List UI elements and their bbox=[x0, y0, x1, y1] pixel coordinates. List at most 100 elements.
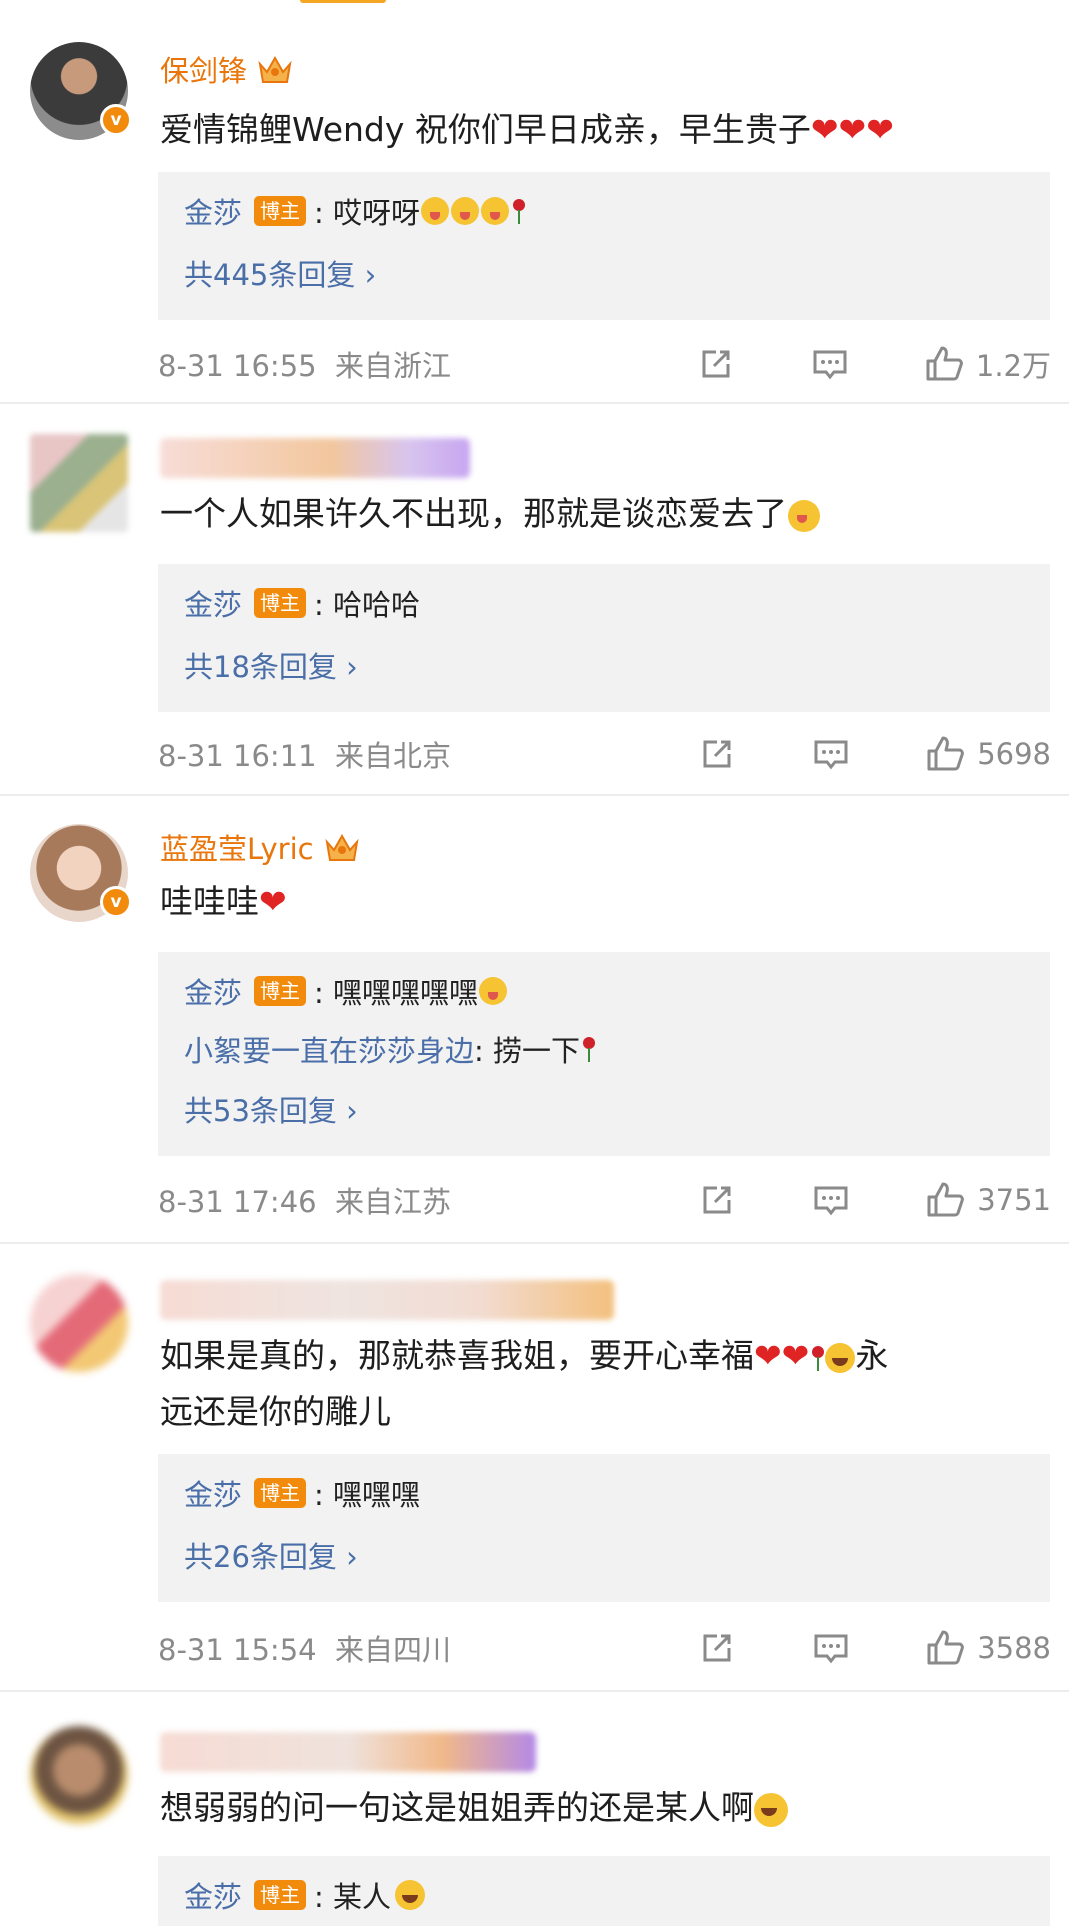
username-blurred[interactable] bbox=[160, 1732, 536, 1772]
timestamp: 8-31 15:54 bbox=[158, 1633, 317, 1667]
location: 来自江苏 bbox=[335, 1185, 452, 1219]
comment-footer: 8-31 16:11 来自北京 5698 bbox=[158, 734, 1051, 774]
like-count: 3751 bbox=[977, 1183, 1051, 1217]
reply-line: 小絮要一直在莎莎身边 : 捞一下 bbox=[184, 1028, 596, 1070]
comment-icon[interactable] bbox=[811, 1180, 851, 1220]
location: 来自浙江 bbox=[335, 349, 452, 383]
reply-line: 金莎 博主 : 嘿嘿嘿嘿嘿 bbox=[184, 970, 508, 1012]
comment-footer: 8-31 17:46 来自江苏 3751 bbox=[158, 1180, 1051, 1220]
like-icon[interactable] bbox=[925, 1180, 965, 1220]
verified-badge-icon: v bbox=[100, 886, 132, 918]
tongue-emoji-icon bbox=[451, 197, 480, 225]
like-count: 5698 bbox=[977, 737, 1051, 771]
tongue-emoji-icon bbox=[421, 197, 450, 225]
comment-footer: 8-31 16:55 来自浙江 1.2万 bbox=[158, 344, 1051, 384]
username-blurred[interactable] bbox=[160, 438, 470, 478]
reply-box[interactable]: 金莎 博主 : 嘿嘿嘿 共26条回复 › bbox=[158, 1454, 1050, 1602]
rose-emoji-icon bbox=[811, 1344, 825, 1372]
avatar[interactable] bbox=[30, 1274, 128, 1372]
comment-text: 如果是真的，那就恭喜我姐，要开心幸福❤❤ 永 远还是你的雕儿 bbox=[160, 1336, 889, 1431]
cheers-emoji-icon bbox=[825, 1342, 856, 1373]
comment-item: 想弱弱的问一句这是姐姐弄的还是某人啊 金莎 博主 : 某人 bbox=[0, 1692, 1069, 1926]
comment-text: 哇哇哇❤ bbox=[160, 882, 287, 921]
comment-item: 如果是真的，那就恭喜我姐，要开心幸福❤❤ 永 远还是你的雕儿 金莎 博主 : 嘿嘿… bbox=[0, 1244, 1069, 1692]
more-replies-link[interactable]: 共445条回复 › bbox=[184, 252, 376, 294]
comment-item: v 保剑锋 爱情锦鲤Wendy 祝你们早日成亲，早生贵子❤❤❤ 金莎 博主 : … bbox=[0, 10, 1069, 404]
reply-author[interactable]: 小絮要一直在莎莎身边 bbox=[184, 1028, 474, 1070]
comment-item: v 蓝盈莹Lyric 哇哇哇❤ 金莎 博主 : 嘿嘿嘿嘿嘿 小絮要一直在莎莎身边… bbox=[0, 796, 1069, 1244]
heart-emoji-icon: ❤❤ bbox=[754, 1336, 810, 1375]
like-count: 3588 bbox=[977, 1631, 1051, 1665]
reply-text: : 捞一下 bbox=[474, 1034, 581, 1068]
rose-emoji-icon bbox=[512, 197, 526, 225]
verified-badge-icon: v bbox=[100, 104, 132, 136]
heart-emoji-icon: ❤❤❤ bbox=[810, 110, 894, 149]
laughing-tears-emoji-icon bbox=[395, 1880, 426, 1910]
more-replies-link[interactable]: 共26条回复 › bbox=[184, 1534, 358, 1576]
rose-emoji-icon bbox=[582, 1035, 596, 1063]
reply-text: : 嘿嘿嘿嘿嘿 bbox=[314, 976, 479, 1010]
share-icon[interactable] bbox=[697, 1628, 737, 1668]
comment-icon[interactable] bbox=[811, 734, 851, 774]
reply-line: 金莎 博主 : 嘿嘿嘿 bbox=[184, 1472, 420, 1514]
comment-text: 一个人如果许久不出现，那就是谈恋爱去了 bbox=[160, 486, 1039, 542]
reply-box[interactable]: 金莎 博主 : 哈哈哈 共18条回复 › bbox=[158, 564, 1050, 712]
reply-line: 金莎 博主 : 哈哈哈 bbox=[184, 582, 420, 624]
more-replies-link[interactable]: 共18条回复 › bbox=[184, 644, 358, 686]
reply-text: : 某人 bbox=[314, 1880, 392, 1914]
like-count: 1.2万 bbox=[975, 349, 1051, 383]
comment-text: 爱情锦鲤Wendy 祝你们早日成亲，早生贵子❤❤❤ bbox=[160, 110, 894, 149]
avatar[interactable]: v bbox=[30, 824, 132, 922]
more-replies-link[interactable]: 共53条回复 › bbox=[184, 1088, 358, 1130]
reply-box[interactable]: 金莎 博主 : 嘿嘿嘿嘿嘿 小絮要一直在莎莎身边 : 捞一下 共53条回复 › bbox=[158, 952, 1050, 1156]
crown-icon bbox=[325, 833, 359, 861]
reply-author[interactable]: 金莎 bbox=[184, 1874, 242, 1916]
reply-text: : 哎呀呀 bbox=[314, 196, 421, 230]
avatar[interactable] bbox=[30, 1726, 128, 1824]
blogger-tag: 博主 bbox=[254, 1880, 307, 1910]
reply-line: 金莎 博主 : 哎呀呀 bbox=[184, 190, 526, 232]
avatar[interactable] bbox=[30, 434, 128, 532]
top-edge bbox=[0, 0, 1069, 10]
blogger-tag: 博主 bbox=[254, 588, 307, 618]
reply-text: : 哈哈哈 bbox=[314, 588, 421, 622]
crown-icon bbox=[258, 55, 292, 83]
heart-emoji-icon: ❤ bbox=[259, 882, 287, 921]
share-icon[interactable] bbox=[697, 734, 737, 774]
reply-box[interactable]: 金莎 博主 : 某人 bbox=[158, 1856, 1050, 1926]
reply-box[interactable]: 金莎 博主 : 哎呀呀 共445条回复 › bbox=[158, 172, 1050, 320]
blogger-tag: 博主 bbox=[254, 976, 307, 1006]
reply-author[interactable]: 金莎 bbox=[184, 582, 242, 624]
tongue-emoji-icon bbox=[481, 197, 510, 225]
reply-author[interactable]: 金莎 bbox=[184, 970, 242, 1012]
tongue-emoji-icon bbox=[788, 499, 820, 532]
username[interactable]: 保剑锋 bbox=[160, 48, 293, 90]
share-icon[interactable] bbox=[697, 1180, 737, 1220]
username[interactable]: 蓝盈莹Lyric bbox=[160, 826, 360, 868]
laughing-tears-emoji-icon bbox=[754, 1792, 788, 1827]
blogger-tag: 博主 bbox=[254, 196, 307, 226]
timestamp: 8-31 17:46 bbox=[158, 1185, 317, 1219]
location: 来自北京 bbox=[335, 739, 452, 773]
timestamp: 8-31 16:55 bbox=[158, 349, 317, 383]
reply-text: : 嘿嘿嘿 bbox=[314, 1478, 421, 1512]
comment-text: 想弱弱的问一句这是姐姐弄的还是某人啊 bbox=[160, 1780, 1039, 1836]
reply-author[interactable]: 金莎 bbox=[184, 190, 242, 232]
active-tab-indicator bbox=[300, 0, 386, 3]
timestamp: 8-31 16:11 bbox=[158, 739, 317, 773]
like-icon[interactable] bbox=[924, 344, 964, 384]
comment-item: 一个人如果许久不出现，那就是谈恋爱去了 金莎 博主 : 哈哈哈 共18条回复 ›… bbox=[0, 404, 1069, 796]
comment-icon[interactable] bbox=[811, 1628, 851, 1668]
reply-author[interactable]: 金莎 bbox=[184, 1472, 242, 1514]
blogger-tag: 博主 bbox=[254, 1478, 307, 1508]
like-icon[interactable] bbox=[925, 1628, 965, 1668]
reply-line: 金莎 博主 : 某人 bbox=[184, 1874, 426, 1916]
location: 来自四川 bbox=[335, 1633, 452, 1667]
avatar[interactable]: v bbox=[30, 42, 132, 140]
username-blurred[interactable] bbox=[160, 1280, 614, 1320]
tongue-emoji-icon bbox=[479, 977, 508, 1005]
comment-icon[interactable] bbox=[810, 344, 850, 384]
comment-footer: 8-31 15:54 来自四川 3588 bbox=[158, 1628, 1051, 1668]
like-icon[interactable] bbox=[925, 734, 965, 774]
share-icon[interactable] bbox=[696, 344, 736, 384]
